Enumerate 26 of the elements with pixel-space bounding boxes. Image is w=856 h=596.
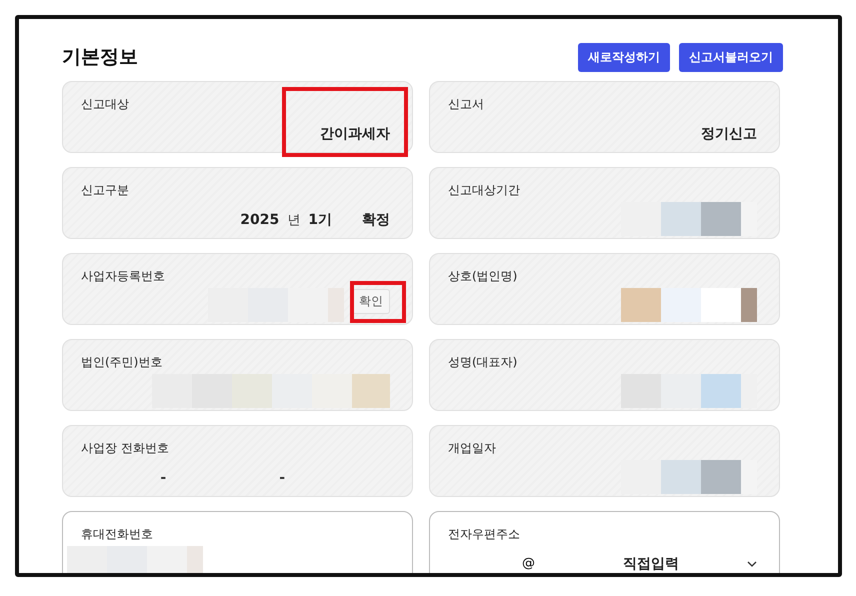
field-label: 상호(법인명)	[448, 268, 518, 285]
field-value: 확정	[362, 210, 390, 228]
field-value: 2025	[240, 212, 280, 228]
phone-separator: -	[160, 470, 166, 486]
field-value: 간이과세자	[320, 124, 390, 142]
at-sign: @	[522, 556, 535, 571]
field-value: 1기	[308, 210, 332, 228]
field-label: 신고서	[448, 96, 485, 113]
action-button[interactable]: 신고서불러오기	[679, 42, 783, 72]
field-label: 사업장 전화번호	[81, 440, 170, 457]
phone-separator: -	[279, 470, 285, 486]
field-label: 신고구분	[81, 182, 130, 199]
field-label: 휴대전화번호	[81, 526, 154, 543]
field-label: 사업자등록번호	[81, 268, 166, 285]
section-title: 기본정보	[62, 45, 138, 70]
field-label: 성명(대표자)	[448, 354, 518, 371]
field-label: 신고대상	[81, 96, 130, 113]
domain-select[interactable]: 직접입력	[623, 554, 679, 572]
action-button[interactable]: 새로작성하기	[578, 42, 670, 72]
field-label: 전자우편주소	[448, 526, 521, 543]
field-label: 개업일자	[448, 440, 497, 457]
verify-button[interactable]: 확인	[352, 289, 390, 314]
field-value: 정기신고	[701, 124, 757, 142]
field-label: 신고대상기간	[448, 182, 521, 199]
field-label: 법인(주민)번호	[81, 354, 164, 371]
field-unit: 년	[287, 212, 300, 228]
